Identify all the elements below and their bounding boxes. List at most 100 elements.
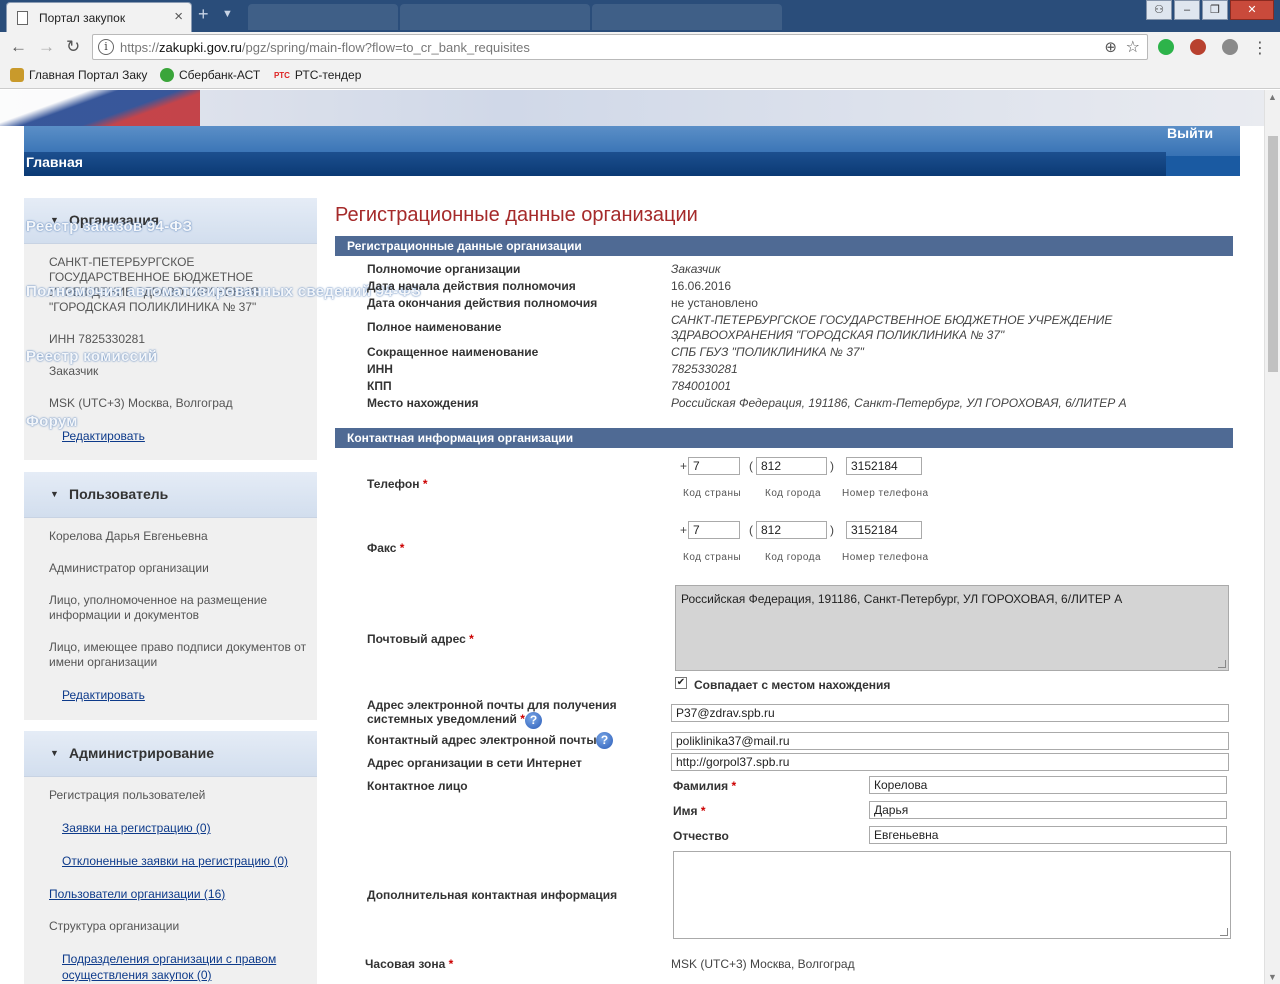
- subdivisions-link[interactable]: Подразделения организации с правом осуще…: [62, 951, 312, 983]
- browser-tab-active[interactable]: Портал закупок ×: [6, 2, 192, 32]
- field-label: Дата начала действия полномочия: [367, 279, 576, 293]
- header-nav-bar-end: [1166, 156, 1240, 176]
- bookmark-item[interactable]: Сбербанк-АСТ: [160, 68, 260, 82]
- same-as-location-checkbox[interactable]: ✔: [675, 677, 687, 689]
- website-input[interactable]: http://gorpol37.spb.ru: [671, 753, 1229, 771]
- forward-icon[interactable]: →: [38, 37, 55, 57]
- phone-country-input[interactable]: 7: [688, 457, 740, 475]
- info-icon[interactable]: i: [98, 39, 114, 55]
- chevron-down-icon: ▼: [50, 489, 59, 499]
- back-icon[interactable]: ←: [10, 37, 27, 57]
- panel-title: Администрирование: [69, 745, 214, 761]
- contact-email-input[interactable]: poliklinika37@mail.ru: [671, 732, 1229, 750]
- first-name-input[interactable]: Дарья: [869, 801, 1227, 819]
- registration-requests-link[interactable]: Заявки на регистрацию (0): [62, 820, 211, 836]
- browser-tab-background[interactable]: [248, 4, 398, 30]
- window-close-icon[interactable]: ✕: [1230, 0, 1274, 20]
- scroll-down-icon[interactable]: ▼: [1268, 972, 1277, 982]
- window-controls: ⚇ – ❐ ✕: [1146, 0, 1274, 20]
- bookmark-item[interactable]: Главная Портал Заку: [10, 68, 147, 82]
- surname-label: Фамилия *: [673, 779, 737, 793]
- user-panel: ▼ Пользователь Корелова Дарья Евгеньевна…: [24, 472, 317, 720]
- scrollbar-thumb[interactable]: [1268, 136, 1278, 372]
- fax-number-input[interactable]: 3152184: [846, 521, 922, 539]
- email-notif-input[interactable]: P37@zdrav.spb.ru: [671, 704, 1229, 722]
- new-tab-icon[interactable]: +: [198, 5, 214, 23]
- scroll-up-icon[interactable]: ▲: [1268, 92, 1277, 102]
- organization-role: Заказчик: [49, 364, 99, 378]
- timezone-label: Часовая зона *: [365, 957, 454, 971]
- overlay-menu-item[interactable]: Полномочия автоматизированных сведений 9…: [26, 283, 421, 300]
- user-edit-link[interactable]: Редактировать: [62, 687, 145, 703]
- star-icon[interactable]: ☆: [1126, 37, 1140, 57]
- user-panel-header[interactable]: ▼ Пользователь: [24, 472, 317, 518]
- browser-tab-background[interactable]: [400, 4, 590, 30]
- logout-link[interactable]: Выйти: [1167, 125, 1213, 141]
- field-label: ИНН: [367, 362, 393, 376]
- site-banner: [0, 90, 1264, 126]
- org-users-link[interactable]: Пользователи организации (16): [49, 886, 225, 902]
- organization-timezone: MSK (UTC+3) Москва, Волгоград: [49, 396, 233, 410]
- section-header-contact: Контактная информация организации: [335, 428, 1233, 448]
- extension-icon[interactable]: [1158, 39, 1174, 55]
- home-link[interactable]: Главная: [26, 154, 83, 170]
- address-bar[interactable]: i https://zakupki.gov.ru/pgz/spring/main…: [92, 34, 1148, 60]
- extra-info-textarea[interactable]: [673, 851, 1231, 939]
- field-label: Полное наименование: [367, 320, 502, 334]
- panel-title: Пользователь: [69, 486, 169, 502]
- fax-country-input[interactable]: 7: [688, 521, 740, 539]
- browser-toolbar: ← → ↻ i https://zakupki.gov.ru/pgz/sprin…: [0, 32, 1280, 62]
- hint-city-code: Код города: [765, 488, 822, 499]
- admin-structure: Структура организации: [49, 919, 180, 933]
- browser-tab-background[interactable]: [592, 4, 782, 30]
- phone-number-input[interactable]: 3152184: [846, 457, 922, 475]
- user-role: Администратор организации: [49, 561, 209, 575]
- resize-handle-icon[interactable]: [1220, 928, 1228, 936]
- resize-handle-icon[interactable]: [1218, 660, 1226, 668]
- minimize-icon[interactable]: –: [1174, 0, 1200, 20]
- chevron-down-icon: ▼: [50, 748, 59, 758]
- rejected-requests-link[interactable]: Отклоненные заявки на регистрацию (0): [62, 853, 288, 869]
- emblem-icon: [10, 68, 24, 82]
- postal-address-textarea[interactable]: Российская Федерация, 191186, Санкт-Пете…: [675, 585, 1229, 671]
- page-icon: [17, 11, 28, 25]
- surname-input[interactable]: Корелова: [869, 776, 1227, 794]
- extra-info-label: Дополнительная контактная информация: [367, 888, 618, 902]
- browser-tab-bar: Портал закупок × + ▼ ⚇ – ❐ ✕: [0, 0, 1280, 32]
- field-label: Дата окончания действия полномочия: [367, 296, 598, 310]
- postal-address-label: Почтовый адрес *: [367, 632, 474, 646]
- overlay-menu-item[interactable]: Реестр комиссий: [26, 348, 157, 365]
- phone-city-input[interactable]: 812: [756, 457, 827, 475]
- overlay-menu-item[interactable]: Форум: [26, 413, 78, 430]
- field-value: Российская Федерация, 191186, Санкт-Пете…: [671, 396, 1127, 410]
- page-scrollbar[interactable]: ▲ ▼: [1264, 90, 1280, 984]
- admin-panel-header[interactable]: ▼ Администрирование: [24, 731, 317, 777]
- close-icon[interactable]: ×: [174, 8, 183, 25]
- help-icon[interactable]: ?: [596, 732, 613, 749]
- overlay-menu-item[interactable]: Реестр заказов 94-ФЗ: [26, 218, 192, 235]
- tab-title: Портал закупок: [39, 11, 126, 25]
- extension-icon[interactable]: [1222, 39, 1238, 55]
- restore-icon[interactable]: ❐: [1202, 0, 1228, 20]
- help-icon[interactable]: ?: [525, 712, 542, 729]
- patronymic-input[interactable]: Евгеньевна: [869, 826, 1227, 844]
- hint-country-code: Код страны: [683, 552, 742, 563]
- contact-email-label: Контактный адрес электронной почты: [367, 733, 597, 747]
- organization-inn: ИНН 7825330281: [49, 332, 146, 346]
- field-value: Заказчик: [671, 262, 721, 276]
- fax-city-input[interactable]: 812: [756, 521, 827, 539]
- plus-sign: +: [680, 523, 688, 537]
- field-label: Сокращенное наименование: [367, 345, 539, 359]
- extension-icon[interactable]: [1190, 39, 1206, 55]
- organization-edit-link[interactable]: Редактировать: [62, 428, 145, 444]
- bookmark-item[interactable]: РТС РТС-тендер: [274, 68, 361, 82]
- chevron-down-icon[interactable]: ▼: [222, 8, 233, 20]
- user-role: Лицо, имеющее право подписи документов о…: [49, 640, 307, 669]
- zoom-icon[interactable]: ⊕: [1104, 38, 1117, 56]
- reload-icon[interactable]: ↻: [66, 37, 80, 57]
- patronymic-label: Отчество: [673, 829, 729, 843]
- menu-icon[interactable]: ⋮: [1252, 38, 1268, 58]
- user-icon[interactable]: ⚇: [1146, 0, 1172, 20]
- email-notif-label: Адрес электронной почты для получения си…: [367, 698, 617, 726]
- paren-open: (: [749, 523, 753, 537]
